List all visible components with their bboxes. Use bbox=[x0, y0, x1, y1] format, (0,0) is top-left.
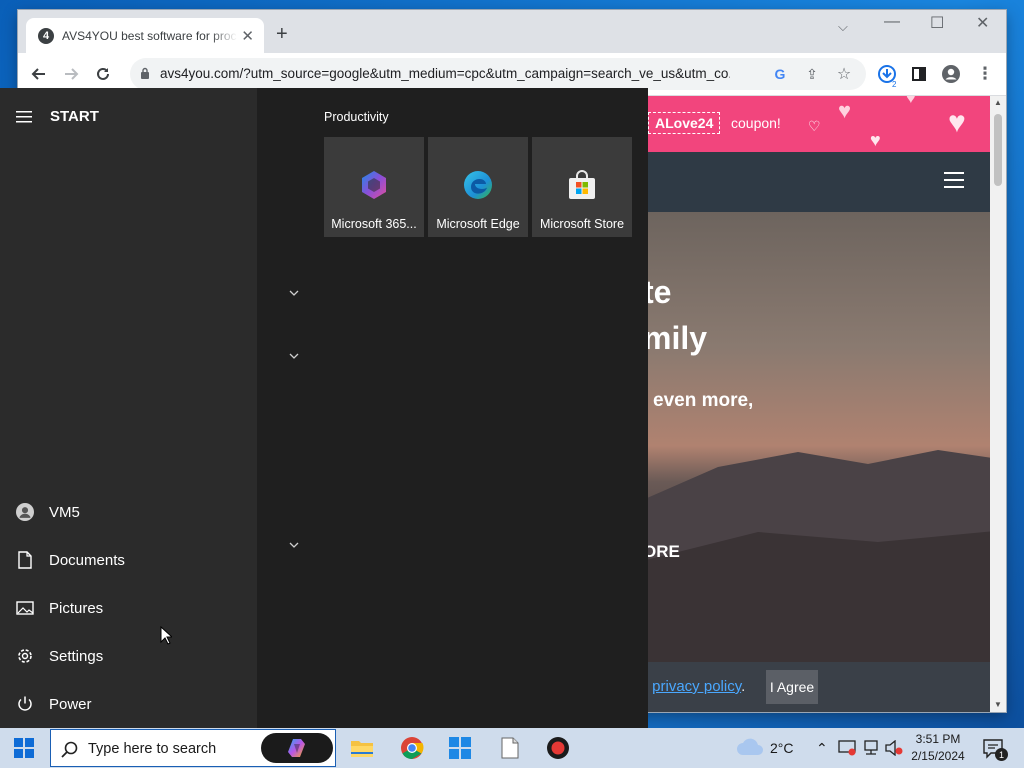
privacy-policy-link[interactable]: privacy policy bbox=[652, 678, 741, 695]
sidebar-item-label: Settings bbox=[49, 647, 104, 665]
hero-title-line2: mily bbox=[643, 320, 708, 356]
copilot-icon bbox=[288, 739, 305, 757]
sidebar-item-label: Pictures bbox=[49, 599, 104, 617]
security-icon[interactable] bbox=[838, 740, 856, 756]
sidebar-item-label: Documents bbox=[49, 551, 125, 569]
browser-menu-icon[interactable]: ⋮ bbox=[974, 63, 996, 85]
profile-avatar-icon[interactable] bbox=[940, 63, 962, 85]
scroll-thumb[interactable] bbox=[994, 114, 1002, 186]
learn-more-link[interactable]: ORE bbox=[643, 542, 680, 562]
microsoft-365-icon bbox=[362, 171, 386, 199]
sidebar-item-documents[interactable]: Documents bbox=[16, 546, 125, 574]
chrome-icon[interactable] bbox=[396, 732, 428, 764]
heart-decoration-icon: ♥ bbox=[870, 130, 881, 150]
forward-button[interactable] bbox=[60, 63, 82, 85]
address-bar[interactable]: avs4you.com/?utm_source=google&utm_mediu… bbox=[130, 58, 866, 90]
tab-search-chevron-icon[interactable]: ⌵ bbox=[838, 19, 848, 35]
heart-decoration-icon: ♡ bbox=[808, 118, 821, 134]
edge-browser-icon bbox=[464, 171, 492, 199]
screen-recorder-icon[interactable] bbox=[542, 732, 574, 764]
tab-close-icon[interactable]: ✕ bbox=[241, 27, 254, 45]
tab-favicon-icon: 4 bbox=[38, 27, 54, 44]
gear-icon bbox=[16, 647, 34, 665]
url-text[interactable]: avs4you.com/?utm_source=google&utm_mediu… bbox=[160, 66, 730, 81]
site-menu-icon[interactable] bbox=[944, 172, 964, 188]
start-menu-sidebar: START VM5 Documents Pictures Settings Po… bbox=[0, 88, 257, 728]
taskbar: Type here to search 2°C ⌃ 3:51 PM 2/15/2… bbox=[0, 728, 1024, 768]
start-menu-title: START bbox=[50, 108, 99, 125]
tile-microsoft-365[interactable]: Microsoft 365... bbox=[324, 137, 424, 237]
clock-time[interactable]: 3:51 PM bbox=[900, 732, 976, 746]
start-menu-taskbar-icon[interactable] bbox=[444, 732, 476, 764]
sidebar-item-power[interactable]: Power bbox=[16, 690, 92, 718]
tab-strip: 4 AVS4YOU best software for processing a… bbox=[18, 10, 1006, 53]
agree-button[interactable]: I Agree bbox=[766, 670, 818, 704]
notification-count-badge: 1 bbox=[995, 748, 1008, 761]
search-icon bbox=[61, 741, 78, 758]
lock-icon[interactable] bbox=[140, 67, 150, 80]
heart-decoration-icon: ♥ bbox=[838, 98, 852, 123]
promo-text: coupon! bbox=[731, 115, 781, 131]
tile-group-title: Productivity bbox=[324, 110, 389, 124]
sidebar-item-label: Power bbox=[49, 695, 92, 713]
download-count-badge: 2 bbox=[892, 80, 897, 89]
tile-label: Microsoft 365... bbox=[331, 217, 417, 231]
minimize-button[interactable]: — bbox=[884, 14, 900, 30]
tile-microsoft-store[interactable]: Microsoft Store bbox=[532, 137, 632, 237]
windows-start-icon[interactable] bbox=[14, 738, 34, 758]
cookie-suffix-text: . bbox=[741, 678, 746, 695]
chevron-down-icon[interactable] bbox=[287, 538, 301, 552]
power-icon bbox=[16, 695, 34, 713]
bookmark-star-icon[interactable]: ☆ bbox=[834, 64, 854, 84]
cookie-text: r privacy policy. bbox=[643, 678, 745, 695]
start-menu: START VM5 Documents Pictures Settings Po… bbox=[0, 88, 648, 728]
close-window-button[interactable]: ✕ bbox=[976, 16, 989, 32]
network-icon[interactable] bbox=[862, 740, 880, 756]
google-lens-icon[interactable]: G bbox=[770, 64, 790, 84]
tile-label: Microsoft Edge bbox=[436, 217, 520, 231]
new-tab-button[interactable]: + bbox=[276, 24, 288, 44]
page-scrollbar[interactable]: ▲ ▼ bbox=[990, 96, 1006, 712]
hamburger-menu-icon[interactable] bbox=[16, 110, 34, 124]
start-menu-header[interactable]: START bbox=[16, 108, 99, 125]
heart-decoration-icon: ♥ bbox=[948, 106, 966, 139]
chevron-down-icon[interactable] bbox=[287, 349, 301, 363]
clock-date[interactable]: 2/15/2024 bbox=[900, 749, 976, 763]
heart-decoration-icon: ♥ bbox=[906, 96, 916, 107]
promo-code: ALove24 bbox=[648, 112, 721, 134]
hero-subtitle: even more, bbox=[653, 390, 754, 411]
sidebar-item-pictures[interactable]: Pictures bbox=[16, 594, 103, 622]
scroll-up-icon[interactable]: ▲ bbox=[994, 98, 1002, 107]
sidebar-item-label: VM5 bbox=[49, 503, 80, 521]
user-icon bbox=[16, 503, 34, 521]
side-panel-icon[interactable] bbox=[908, 63, 930, 85]
document-icon bbox=[16, 551, 34, 569]
notepad-file-icon[interactable] bbox=[494, 732, 526, 764]
tile-microsoft-edge[interactable]: Microsoft Edge bbox=[428, 137, 528, 237]
copilot-button[interactable] bbox=[261, 733, 333, 763]
browser-tab[interactable]: 4 AVS4YOU best software for processing a… bbox=[26, 18, 264, 53]
taskbar-search-box[interactable]: Type here to search bbox=[50, 729, 336, 767]
maximize-button[interactable]: ☐ bbox=[930, 16, 944, 32]
show-hidden-icons-chevron-icon[interactable]: ⌃ bbox=[816, 740, 828, 756]
chevron-down-icon[interactable] bbox=[287, 286, 301, 300]
back-button[interactable] bbox=[28, 63, 50, 85]
tile-label: Microsoft Store bbox=[539, 217, 625, 231]
tab-title: AVS4YOU best software for processing aud… bbox=[62, 28, 237, 43]
weather-cloud-icon[interactable] bbox=[736, 738, 764, 756]
share-icon[interactable]: ⇪ bbox=[802, 64, 822, 84]
mouse-cursor-icon bbox=[160, 626, 172, 645]
pictures-icon bbox=[16, 599, 34, 617]
scroll-down-icon[interactable]: ▼ bbox=[994, 700, 1002, 709]
sidebar-item-settings[interactable]: Settings bbox=[16, 642, 103, 670]
file-explorer-icon[interactable] bbox=[346, 732, 378, 764]
store-bag-icon bbox=[569, 170, 595, 199]
search-placeholder: Type here to search bbox=[88, 741, 217, 757]
weather-temperature[interactable]: 2°C bbox=[770, 740, 794, 756]
sidebar-item-user[interactable]: VM5 bbox=[16, 498, 80, 526]
reload-button[interactable] bbox=[92, 63, 114, 85]
